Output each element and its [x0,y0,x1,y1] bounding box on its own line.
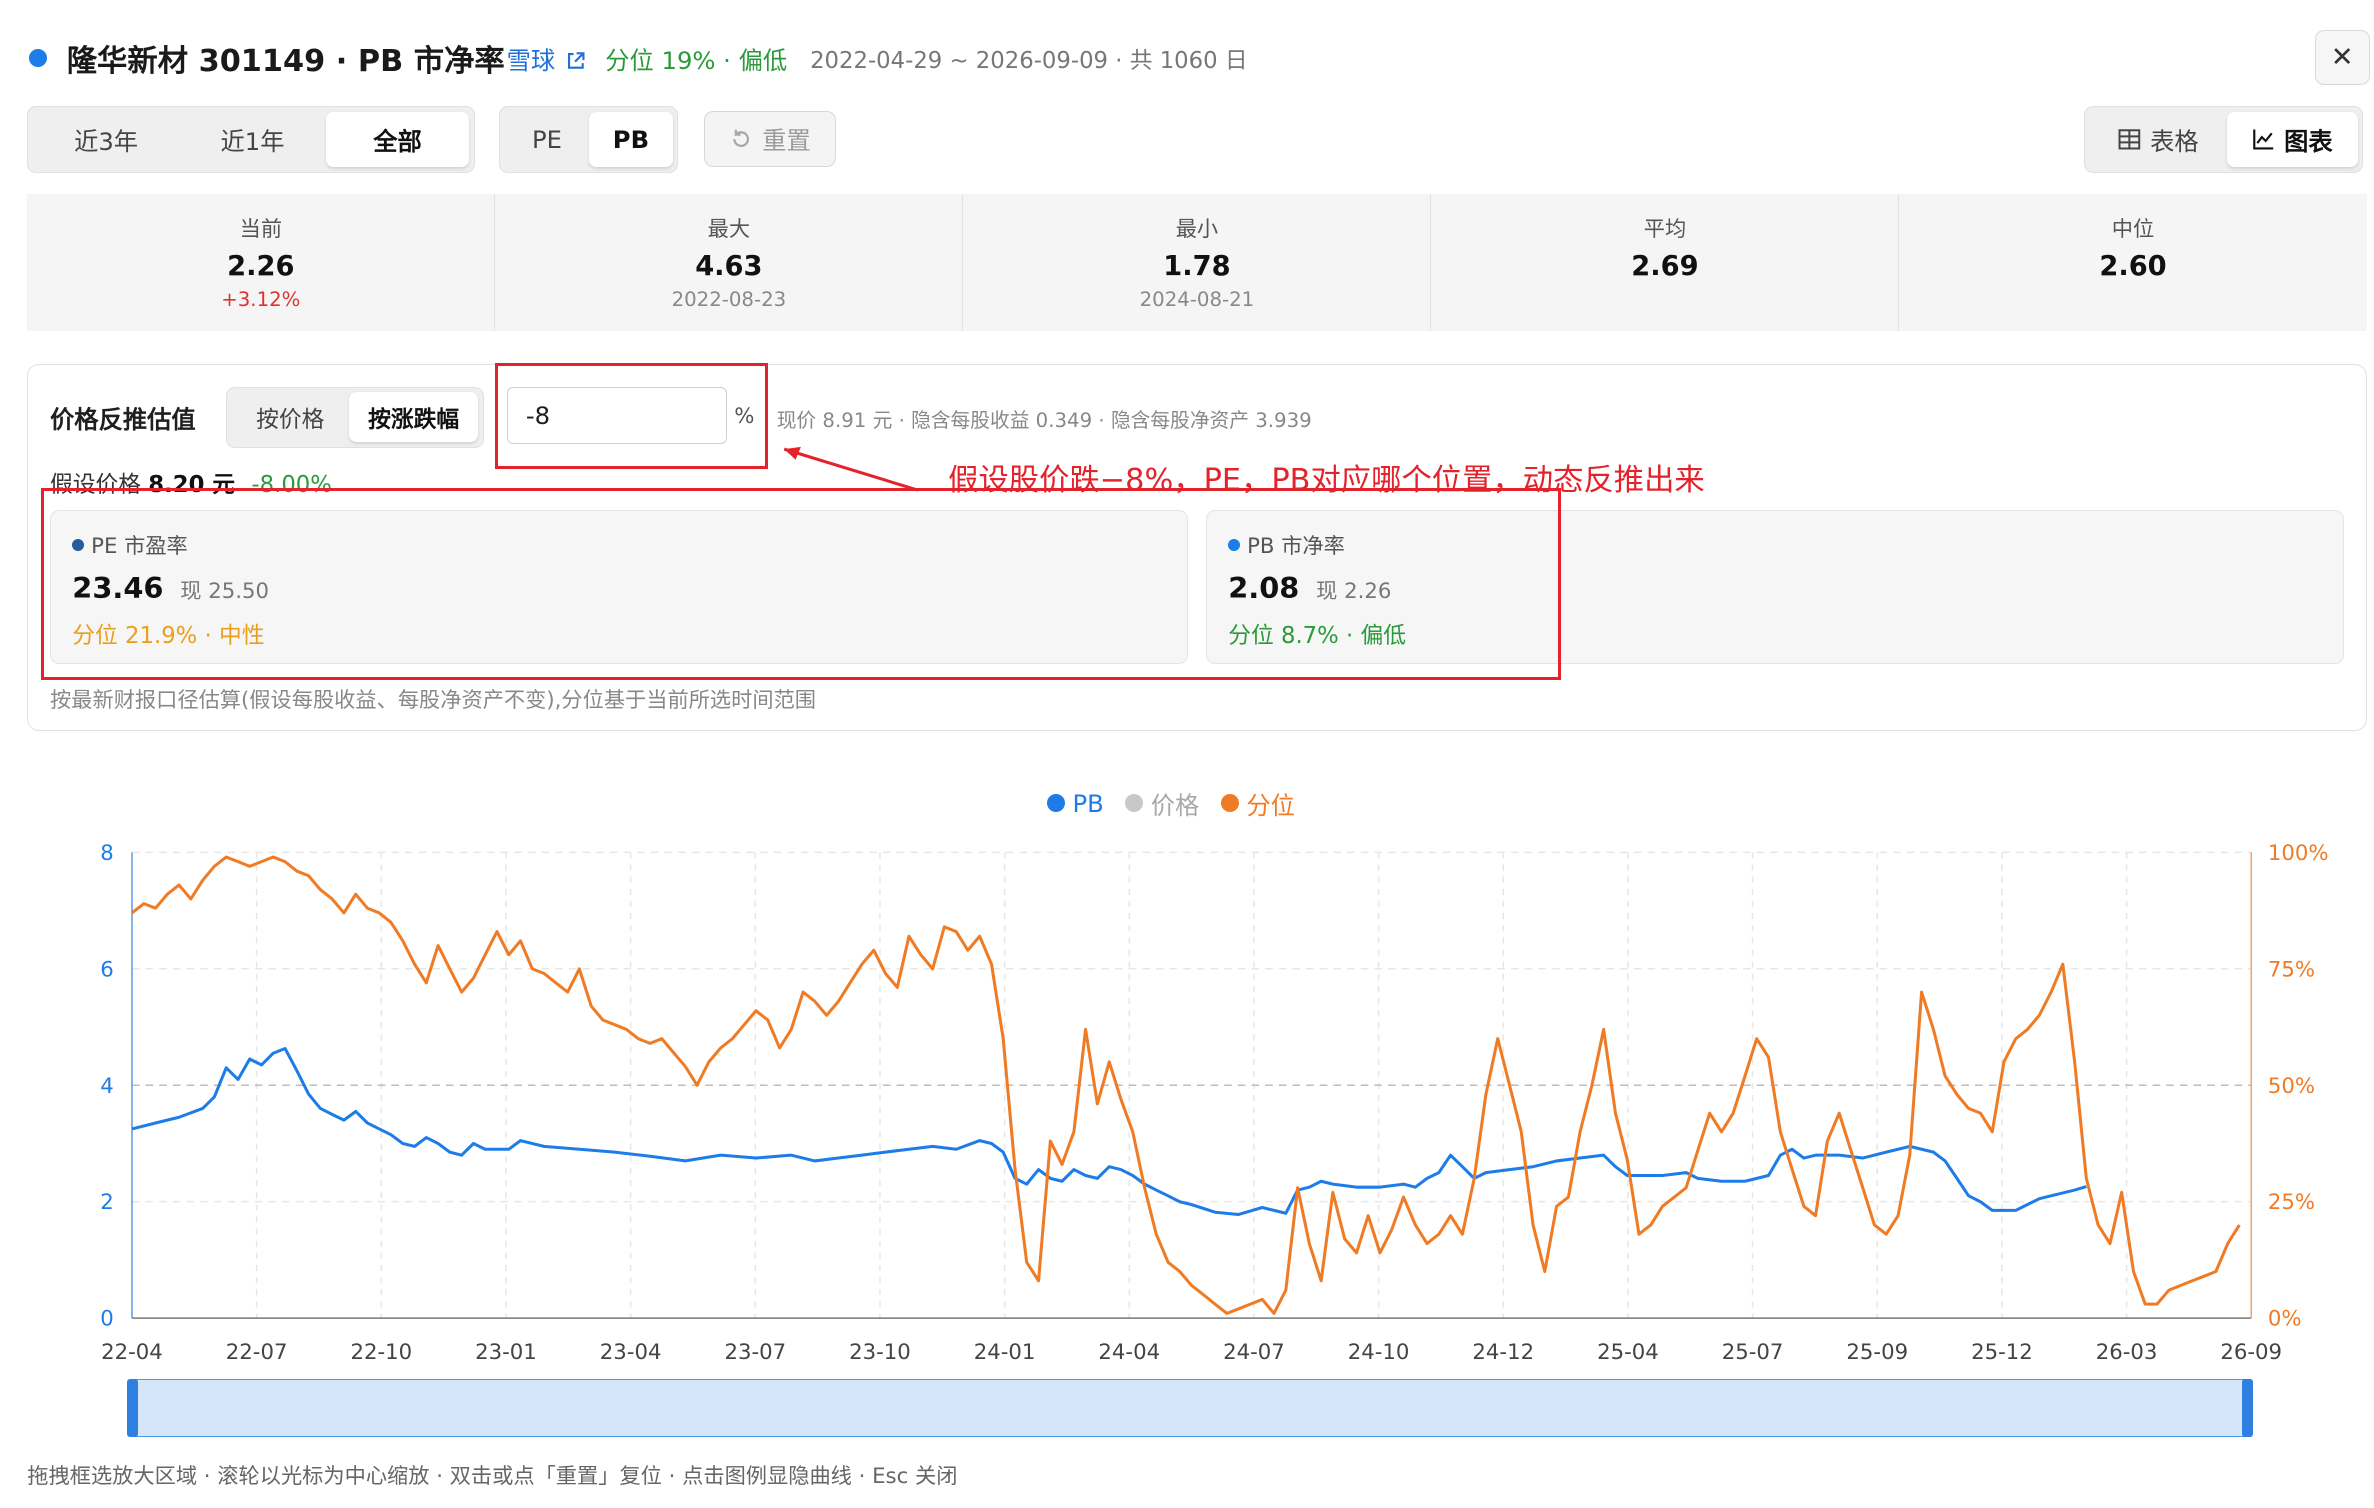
x-tick-label: 22-04 [101,1340,163,1365]
y-right-tick-label: 25% [2268,1190,2315,1215]
valuation-footnote: 按最新财报口径估算(假设每股收益、每股净资产不变),分位基于当前所选时间范围 [50,687,817,713]
legend-pb-dot [1046,794,1065,813]
chart-legend: PB 价格 分位 [1046,786,1295,821]
input-highlight [494,362,768,469]
stat-median: 中位 2.60 [2099,217,2167,282]
x-tick-label: 22-10 [350,1340,412,1365]
tab-table[interactable]: 表格 [2090,112,2227,168]
stat-min: 最小 1.78 2024-08-21 [963,194,1432,331]
date-range: 2022-04-29 ~ 2026-09-09 · 共 1060 日 [810,48,1248,75]
y-left-tick-label: 2 [100,1190,114,1215]
valuation-chart[interactable]: 22-04 22-07 22-10 23-01 23-04 23-07 23-10 24-01… [0,819,2374,1380]
pb-line [131,1047,2087,1217]
x-tick-label: 24-01 [974,1340,1036,1365]
price-info: 现价 8.91 元 · 隐含每股收益 0.349 · 隐含每股净资产 3.939 [776,408,1312,432]
tab-chart[interactable]: 图表 [2226,111,2358,168]
close-button[interactable]: ✕ [2314,30,2370,85]
y-left-tick-label: 6 [100,958,114,983]
x-tick-label: 22-07 [226,1340,288,1365]
zoom-handle-right[interactable] [2242,1378,2253,1437]
cards-highlight [40,488,1561,680]
x-tick-label: 25-09 [1846,1340,1908,1365]
x-tick-label: 25-07 [1722,1340,1784,1365]
stat-max: 最大 4.63 2022-08-23 [495,194,964,331]
footer-hint: 拖拽框选放大区域 · 滚轮以光标为中心缩放 · 双击或点「重置」复位 · 点击图… [27,1464,958,1490]
close-icon: ✕ [2330,42,2354,74]
tab-3y[interactable]: 近3年 [33,112,179,168]
x-tick-label: 24-07 [1223,1340,1285,1365]
x-tick-label: 25-12 [1971,1340,2033,1365]
x-tick-label: 23-07 [724,1340,786,1365]
period-tabs: 近3年 近1年 全部 [27,106,475,173]
external-link-icon [567,51,585,69]
view-toggle: 表格 图表 [2084,106,2364,173]
x-tick-label: 23-01 [475,1340,537,1365]
legend-price[interactable]: 价格 [1125,786,1199,821]
tab-by-price[interactable]: 按价格 [232,392,349,442]
y-left-tick-label: 4 [100,1074,114,1099]
y-right-tick-label: 50% [2268,1074,2315,1099]
x-tick-label: 25-04 [1597,1340,1659,1365]
table-icon [2118,129,2141,150]
line-chart-icon [2253,129,2274,150]
x-tick-label: 24-12 [1472,1340,1534,1365]
y-right-tick-label: 100% [2268,841,2329,866]
page-title: 隆华新材 301149 · PB 市净率 [66,44,505,80]
legend-price-dot [1125,794,1144,813]
tab-1y[interactable]: 近1年 [179,112,325,168]
reset-icon [733,129,749,147]
x-tick-label: 26-03 [2096,1340,2158,1365]
stat-current: 当前 2.26 +3.12% [27,194,496,331]
tab-by-change[interactable]: 按涨跌幅 [348,392,479,442]
legend-percentile[interactable]: 分位 [1220,786,1295,821]
zoom-slider[interactable] [131,1378,2252,1437]
x-tick-label: 23-10 [849,1340,911,1365]
tab-pe[interactable]: PE [505,112,590,168]
reset-button[interactable]: 重置 [703,110,836,167]
valuation-mode-tabs: 按价格 按涨跌幅 [226,386,484,448]
percentile-status: 分位 19% · 偏低 [605,45,788,75]
x-tick-label: 24-04 [1098,1340,1160,1365]
y-right-tick-label: 75% [2268,958,2315,983]
valuation-title: 价格反推估值 [50,405,196,435]
y-left-tick-label: 8 [100,841,114,866]
y-right-tick-label: 0% [2268,1307,2302,1332]
x-tick-label: 24-10 [1348,1340,1410,1365]
xueqiu-link[interactable]: 雪球 [507,41,586,76]
stats-bar: 当前 2.26 +3.12% 最大 4.63 2022-08-23 最小 1.78 2024… [27,194,2367,331]
metric-tabs: PE PB [499,106,679,173]
tab-pb[interactable]: PB [589,111,673,168]
y-left-tick-label: 0 [100,1307,114,1332]
tab-all[interactable]: 全部 [325,111,470,168]
legend-pb[interactable]: PB [1046,786,1104,821]
status-dot [28,48,48,67]
x-tick-label: 23-04 [600,1340,662,1365]
stat-average: 平均 2.69 [1431,194,1900,331]
zoom-handle-left[interactable] [127,1378,139,1437]
x-tick-label: 26-09 [2220,1340,2282,1365]
legend-percentile-dot [1220,794,1239,813]
